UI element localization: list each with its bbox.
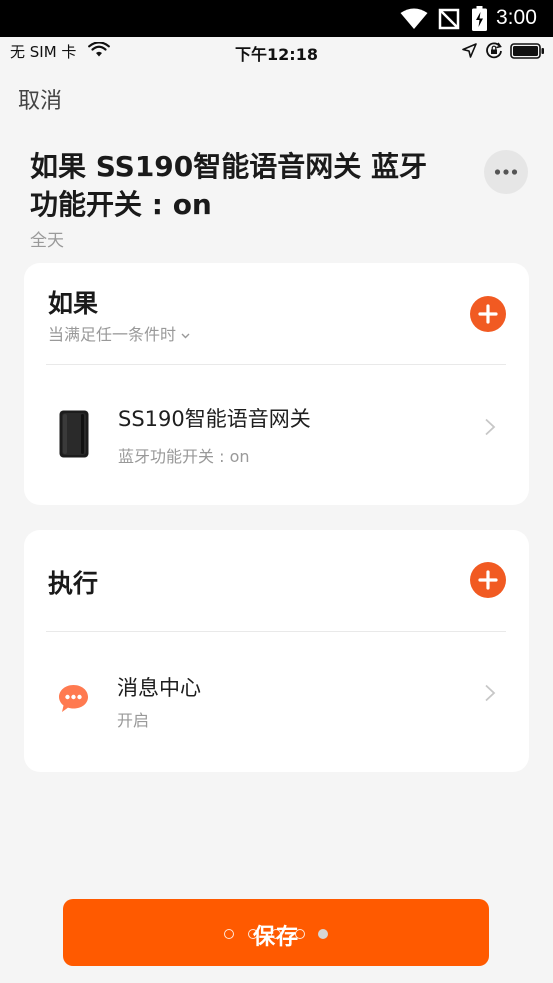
add-condition-button[interactable] xyxy=(470,296,506,332)
action-item-name: 消息中心 xyxy=(117,676,201,700)
location-arrow-icon xyxy=(462,43,477,58)
chevron-down-icon xyxy=(181,333,190,338)
smart-gateway-icon xyxy=(59,410,89,458)
condition-card: 如果 当满足任一条件时 SS190智能语音网关 蓝牙功能开关 : on xyxy=(24,263,529,505)
more-icon xyxy=(494,169,518,175)
action-item[interactable]: 消息中心 开启 xyxy=(24,632,529,772)
action-heading: 执行 xyxy=(48,569,99,598)
condition-item-name: SS190智能语音网关 xyxy=(118,407,311,431)
condition-heading: 如果 xyxy=(48,289,99,318)
match-mode-selector[interactable]: 当满足任一条件时 xyxy=(48,321,190,345)
chevron-right-icon xyxy=(485,418,496,436)
message-center-icon xyxy=(59,685,88,712)
system-clock: 3:00 xyxy=(496,6,537,29)
cancel-button[interactable]: 取消 xyxy=(18,83,62,115)
scene-title-line: 如果 SS190智能语音网关 蓝牙 xyxy=(30,150,428,183)
match-mode-label: 当满足任一条件时 xyxy=(48,325,177,344)
scene-title-line: 功能开关 : on xyxy=(30,188,212,221)
battery-charging-icon xyxy=(472,6,487,31)
condition-item-detail: 蓝牙功能开关 : on xyxy=(118,447,250,466)
no-signal-icon xyxy=(438,8,460,30)
condition-item[interactable]: SS190智能语音网关 蓝牙功能开关 : on xyxy=(24,365,529,505)
schedule-label[interactable]: 全天 xyxy=(30,226,64,251)
system-status-bar: 3:00 xyxy=(0,0,553,37)
action-item-detail: 开启 xyxy=(117,711,150,730)
save-button[interactable]: 保存 xyxy=(63,899,489,966)
wifi-icon xyxy=(400,8,428,29)
chevron-right-icon xyxy=(485,684,496,702)
battery-icon xyxy=(510,43,544,59)
orientation-lock-icon xyxy=(486,42,502,59)
save-button-label: 保存 xyxy=(252,925,299,950)
scene-title: 如果 SS190智能语音网关 蓝牙 功能开关 : on xyxy=(30,148,427,224)
action-card: 执行 消息中心 开启 xyxy=(24,530,529,772)
add-action-button[interactable] xyxy=(470,562,506,598)
more-button[interactable] xyxy=(484,150,528,194)
